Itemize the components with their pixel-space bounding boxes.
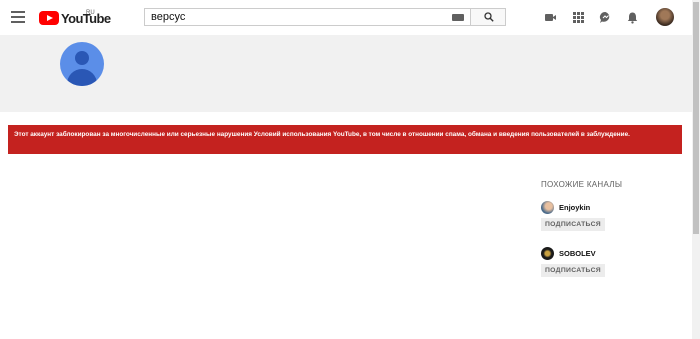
bell-icon[interactable] xyxy=(626,11,639,24)
related-channel-name[interactable]: SOBOLEV xyxy=(559,249,596,258)
apps-grid-icon[interactable] xyxy=(572,11,585,24)
scrollbar-thumb[interactable] xyxy=(693,2,699,234)
youtube-play-icon xyxy=(39,11,59,25)
video-camera-icon[interactable] xyxy=(544,11,557,24)
avatar[interactable] xyxy=(541,201,554,214)
avatar[interactable] xyxy=(656,8,674,26)
related-channels-title: ПОХОЖИЕ КАНАЛЫ xyxy=(541,180,623,189)
keyboard-icon[interactable] xyxy=(452,14,464,21)
avatar[interactable] xyxy=(541,247,554,260)
search-input[interactable] xyxy=(151,11,441,23)
top-bar: YouTube RU xyxy=(0,0,700,36)
search-button[interactable] xyxy=(470,8,506,26)
youtube-logo[interactable]: YouTube xyxy=(39,10,111,26)
chat-icon[interactable] xyxy=(599,11,612,24)
search-icon xyxy=(484,12,494,22)
scrollbar[interactable] xyxy=(692,0,700,339)
related-channel-name[interactable]: Enjoykin xyxy=(559,203,590,212)
logo-region: RU xyxy=(86,10,95,16)
subscribe-button[interactable]: ПОДПИСАТЬСЯ xyxy=(541,264,605,277)
subscribe-button[interactable]: ПОДПИСАТЬСЯ xyxy=(541,218,605,231)
search-box[interactable] xyxy=(144,8,470,26)
default-user-avatar-icon xyxy=(60,42,104,86)
channel-header xyxy=(0,35,692,112)
account-terminated-banner: Этот аккаунт заблокирован за многочислен… xyxy=(8,125,682,154)
menu-icon[interactable] xyxy=(11,11,25,23)
